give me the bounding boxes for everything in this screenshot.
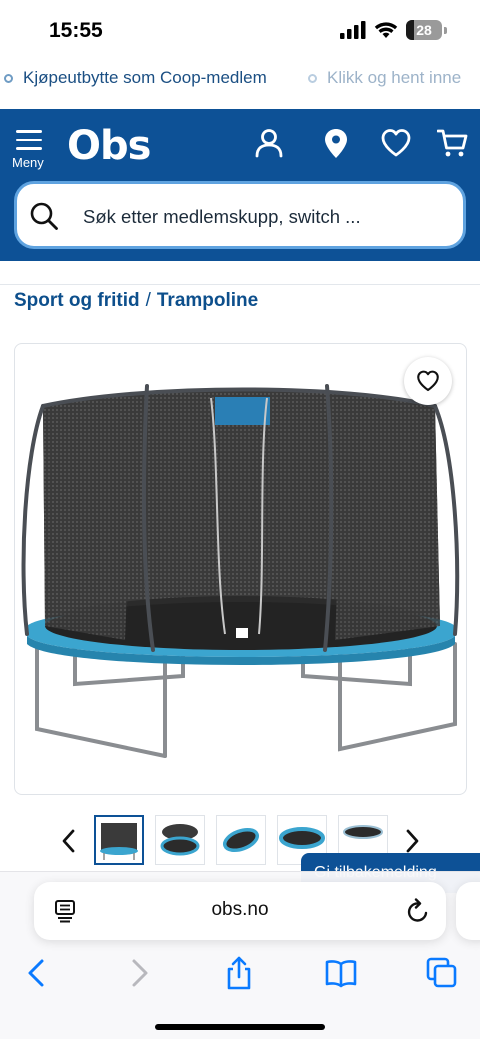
status-bar: 15:55 28	[0, 0, 480, 62]
next-tab-peek[interactable]	[456, 882, 480, 940]
page: 15:55 28 Kjøpeutbytte som Coop-medlem Kl…	[0, 0, 480, 1039]
heart-icon[interactable]	[380, 127, 412, 159]
home-indicator[interactable]	[155, 1024, 325, 1030]
thumbnail-2[interactable]	[155, 815, 205, 865]
bullet-icon	[308, 73, 317, 83]
hamburger-icon	[16, 130, 42, 150]
thumbnail-3[interactable]	[216, 815, 266, 865]
ticker-text: Klikk og hent inne	[327, 68, 462, 87]
address-bar[interactable]: obs.no	[34, 882, 446, 940]
ticker-item[interactable]: Klikk og hent inne	[308, 68, 461, 88]
cart-icon[interactable]	[437, 127, 469, 159]
battery-level: 28	[416, 22, 432, 38]
promo-ticker: Kjøpeutbytte som Coop-medlem Klikk og he…	[0, 62, 480, 96]
location-pin-icon[interactable]	[320, 127, 352, 159]
product-image-trampoline[interactable]	[15, 364, 467, 784]
bullet-icon	[4, 73, 13, 83]
site-header: Meny Obs Søk etter medlemskupp, switch .…	[0, 109, 480, 261]
signal-icon	[340, 21, 366, 39]
menu-label: Meny	[12, 155, 44, 170]
status-time: 15:55	[49, 19, 103, 42]
obs-logo[interactable]: Obs	[67, 123, 151, 169]
thumbnail-1[interactable]	[94, 815, 144, 865]
ticker-text: Kjøpeutbytte som Coop-medlem	[23, 68, 267, 87]
forward-icon[interactable]	[122, 956, 156, 990]
breadcrumb: Sport og fritid / Trampoline	[14, 290, 258, 312]
chevron-left-icon[interactable]	[57, 827, 81, 855]
share-icon[interactable]	[222, 956, 256, 990]
menu-button[interactable]: Meny	[10, 128, 48, 176]
ticker-item[interactable]: Kjøpeutbytte som Coop-medlem	[4, 68, 267, 88]
user-icon[interactable]	[253, 127, 285, 159]
thumbnail-image	[222, 827, 260, 853]
favorite-button[interactable]	[404, 357, 452, 405]
search-icon	[30, 202, 58, 230]
back-icon[interactable]	[20, 956, 54, 990]
tabs-icon[interactable]	[425, 956, 459, 990]
search-placeholder: Søk etter medlemskupp, switch ...	[83, 206, 361, 227]
breadcrumb-link-trampoline[interactable]: Trampoline	[157, 290, 258, 311]
divider	[0, 284, 480, 285]
product-image-card[interactable]	[14, 343, 467, 795]
chevron-right-icon[interactable]	[400, 827, 424, 855]
heart-outline-icon	[417, 370, 439, 392]
wifi-icon	[374, 22, 398, 38]
url-text: obs.no	[211, 899, 269, 920]
thumbnail-image	[160, 824, 200, 856]
breadcrumb-separator: /	[145, 290, 151, 311]
breadcrumb-link-sport[interactable]: Sport og fritid	[14, 290, 140, 311]
search-input[interactable]: Søk etter medlemskupp, switch ...	[14, 181, 466, 249]
thumbnail-image	[100, 823, 138, 860]
browser-toolbar: obs.no	[0, 871, 480, 1039]
reload-icon[interactable]	[406, 898, 430, 924]
status-icons: 28	[340, 20, 447, 40]
battery-icon: 28	[406, 20, 442, 40]
bookmarks-icon[interactable]	[324, 956, 358, 990]
